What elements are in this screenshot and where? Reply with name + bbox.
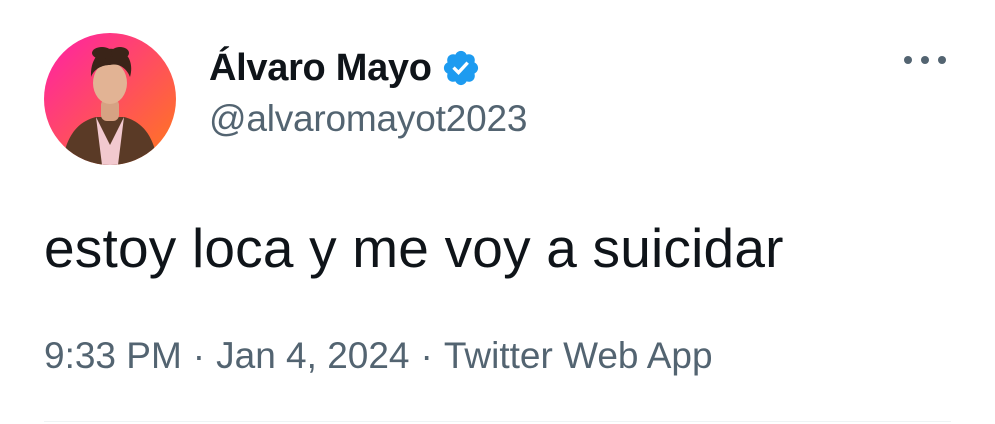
- divider: [44, 421, 951, 422]
- tweet-meta: 9:33 PM · Jan 4, 2024 · Twitter Web App: [44, 335, 713, 377]
- author-handle[interactable]: @alvaromayot2023: [209, 98, 527, 140]
- tweet-date[interactable]: Jan 4, 2024: [216, 335, 409, 377]
- tweet-source[interactable]: Twitter Web App: [444, 335, 713, 377]
- tweet-time[interactable]: 9:33 PM: [44, 335, 182, 377]
- more-options-icon-dot: [921, 56, 929, 64]
- author-identity: Álvaro Mayo @alvaromayot2023: [209, 47, 527, 140]
- more-options-icon-dot: [938, 56, 946, 64]
- tweet-card: Álvaro Mayo @alvaromayot2023 estoy loca …: [0, 0, 995, 424]
- tweet-header: Álvaro Mayo @alvaromayot2023: [44, 33, 527, 165]
- more-options-icon: [904, 56, 912, 64]
- meta-separator: ·: [192, 335, 206, 376]
- tweet-text: estoy loca y me voy a suicidar: [44, 217, 784, 279]
- avatar[interactable]: [44, 33, 176, 165]
- avatar-image: [44, 33, 176, 165]
- more-options-button[interactable]: [904, 52, 946, 68]
- name-row: Álvaro Mayo: [209, 47, 527, 90]
- meta-separator: ·: [420, 335, 433, 376]
- display-name[interactable]: Álvaro Mayo: [209, 47, 432, 90]
- verified-badge-icon: [441, 48, 481, 88]
